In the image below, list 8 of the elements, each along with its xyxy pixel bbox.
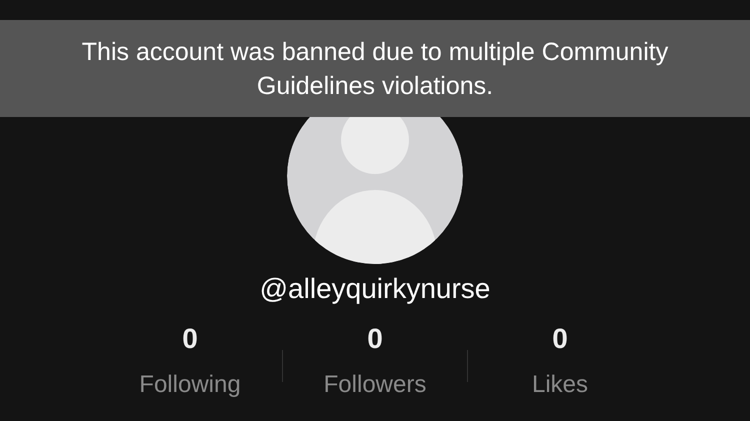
stat-value: 0 [367, 323, 383, 355]
username: @alleyquirkynurse [260, 272, 490, 306]
stat-label: Likes [532, 371, 588, 399]
stat-label: Following [139, 371, 241, 399]
stat-value: 0 [182, 323, 198, 355]
stat-value: 0 [552, 323, 568, 355]
ban-message: This account was banned due to multiple Community Guidelines violations. [80, 36, 670, 102]
stat-label: Followers [324, 371, 426, 399]
